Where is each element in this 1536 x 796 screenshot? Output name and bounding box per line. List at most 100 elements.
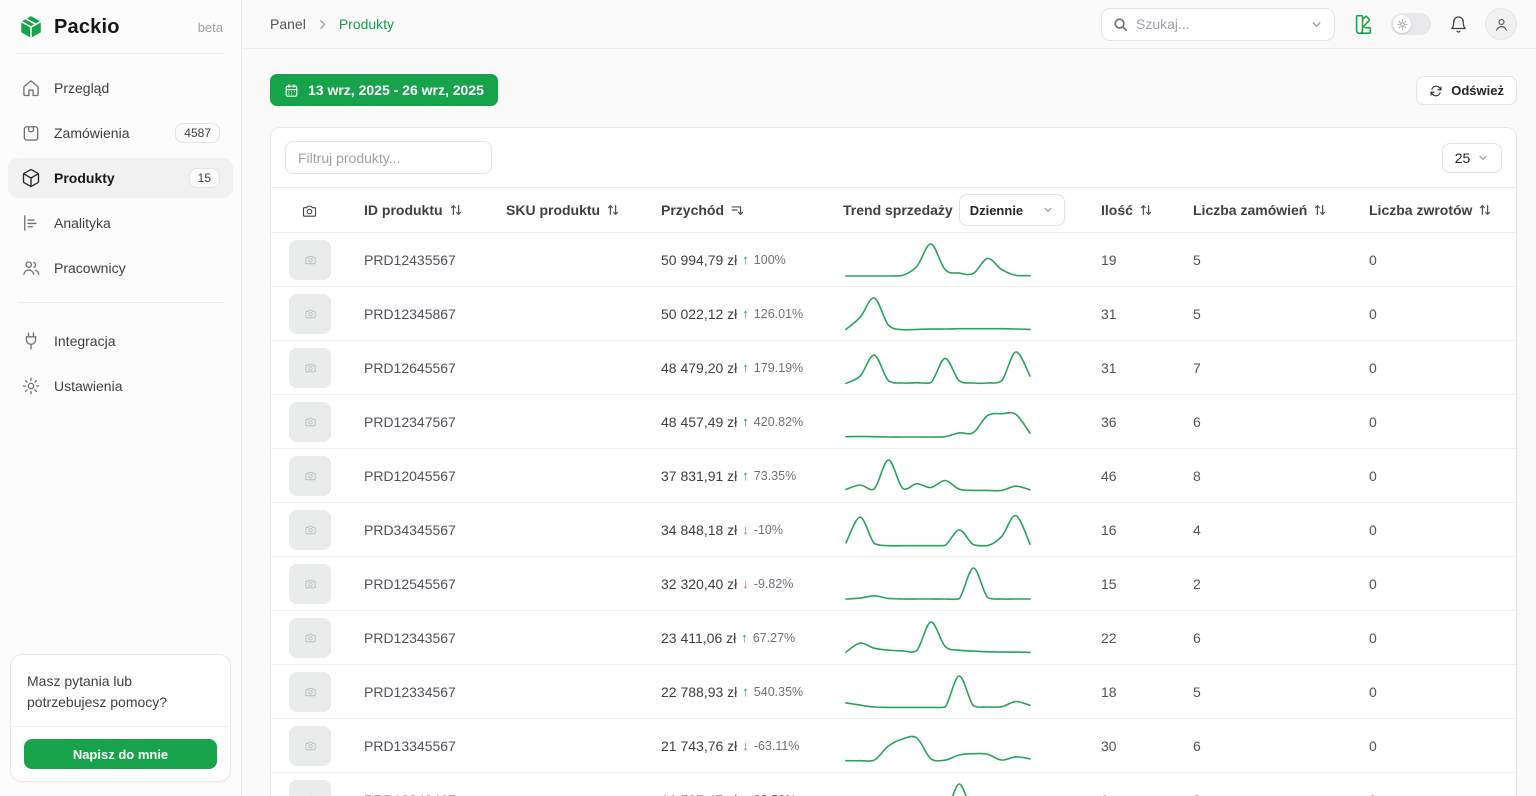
revenue-value: 50 022,12 zł (661, 306, 737, 322)
trend-down-arrow-icon: ↓ (742, 738, 749, 753)
revenue-change-percent: 100% (754, 253, 786, 267)
camera-icon (304, 415, 317, 428)
column-returns-sort[interactable]: Liczba zwrotów (1369, 202, 1498, 218)
revenue-change-percent: 420.82% (754, 415, 803, 429)
sort-desc-icon (730, 203, 744, 217)
quantity-value: 16 (1101, 522, 1193, 538)
swatchbook-icon[interactable] (1350, 11, 1376, 37)
orders-icon (21, 123, 41, 143)
search-input[interactable] (1136, 16, 1302, 32)
product-id: PRD12045567 (364, 468, 506, 484)
trend-period-select[interactable]: Dziennie (959, 194, 1065, 226)
orders-count: 2 (1193, 576, 1369, 592)
column-id-sort[interactable]: ID produktu (364, 202, 506, 218)
camera-icon (304, 685, 317, 698)
camera-icon (304, 469, 317, 482)
quantity-value: 22 (1101, 630, 1193, 646)
returns-count: 0 (1369, 738, 1498, 754)
filter-products-input[interactable] (285, 141, 492, 174)
table-row[interactable]: PRD1243556750 994,79 zł↑100%1950 (271, 233, 1516, 287)
refresh-label: Odśwież (1451, 83, 1504, 98)
column-sku-sort[interactable]: SKU produktu (506, 202, 661, 218)
revenue-value: 34 848,18 zł (661, 522, 737, 538)
toolbar: 13 wrz, 2025 - 26 wrz, 2025 Odśwież (270, 74, 1517, 106)
revenue-change-percent: 98.52% (754, 793, 796, 796)
sidebar-item-pracownicy[interactable]: Pracownicy (8, 248, 233, 288)
camera-icon (304, 253, 317, 266)
table-row[interactable]: PRD1264556748 479,20 zł↑179.19%3170 (271, 341, 1516, 395)
table-row[interactable]: PRD3434556734 848,18 zł↓-10%1640 (271, 503, 1516, 557)
trend-up-arrow-icon: ↑ (742, 252, 749, 267)
product-id: PRD12347567 (364, 414, 506, 430)
table-row[interactable]: PRD1234346716 535,47 zł↑98.52%920 (271, 773, 1516, 796)
date-range-button[interactable]: 13 wrz, 2025 - 26 wrz, 2025 (270, 74, 498, 106)
page-size-select[interactable]: 25 (1442, 143, 1502, 173)
quantity-value: 31 (1101, 360, 1193, 376)
returns-count: 0 (1369, 522, 1498, 538)
sidebar-item-zamowienia[interactable]: Zamówienia4587 (8, 113, 233, 153)
sidebar-item-ustawienia[interactable]: Ustawienia (8, 366, 233, 406)
camera-icon (304, 739, 317, 752)
users-icon (21, 258, 41, 278)
trend-period-value: Dziennie (970, 203, 1036, 218)
sales-trend-sparkline (843, 240, 1033, 280)
trend-down-arrow-icon: ↓ (742, 522, 749, 537)
date-range-label: 13 wrz, 2025 - 26 wrz, 2025 (308, 82, 484, 98)
user-avatar[interactable] (1485, 8, 1517, 40)
table-row[interactable]: PRD1204556737 831,91 zł↑73.35%4680 (271, 449, 1516, 503)
table-body: PRD1243556750 994,79 zł↑100%1950PRD12345… (271, 233, 1516, 796)
contact-me-button[interactable]: Napisz do mnie (24, 739, 217, 769)
revenue-value: 32 320,40 zł (661, 576, 737, 592)
product-id: PRD12545567 (364, 576, 506, 592)
trend-up-arrow-icon: ↑ (742, 414, 749, 429)
camera-icon (304, 523, 317, 536)
breadcrumb-panel[interactable]: Panel (270, 16, 306, 32)
table-row[interactable]: PRD1234356723 411,06 zł↑67.27%2260 (271, 611, 1516, 665)
breadcrumb: Panel Produkty (270, 16, 394, 32)
page-size-value: 25 (1455, 150, 1471, 166)
breadcrumb-produkty[interactable]: Produkty (339, 16, 394, 32)
column-qty-sort[interactable]: Ilość (1101, 202, 1193, 218)
topbar: Panel Produkty (242, 0, 1536, 49)
camera-icon (304, 631, 317, 644)
home-icon (21, 78, 41, 98)
quantity-value: 19 (1101, 252, 1193, 268)
chevron-down-icon (1042, 204, 1054, 216)
sidebar-item-integracja[interactable]: Integracja (8, 321, 233, 361)
theme-toggle[interactable] (1391, 13, 1431, 35)
revenue-value: 22 788,93 zł (661, 684, 737, 700)
sidebar-item-analityka[interactable]: Analityka (8, 203, 233, 243)
orders-count: 5 (1193, 684, 1369, 700)
sales-trend-sparkline (843, 564, 1033, 604)
sidebar-item-label: Pracownicy (54, 260, 126, 276)
refresh-button[interactable]: Odśwież (1416, 76, 1517, 105)
app-title: Packio (54, 16, 120, 39)
product-image-placeholder (289, 780, 331, 796)
global-search[interactable] (1101, 8, 1335, 41)
orders-count: 5 (1193, 306, 1369, 322)
quantity-value: 46 (1101, 468, 1193, 484)
column-orders-sort[interactable]: Liczba zamówień (1193, 202, 1369, 218)
chevron-right-icon (316, 18, 329, 31)
camera-icon (301, 202, 318, 219)
orders-count: 6 (1193, 630, 1369, 646)
sidebar-item-label: Produkty (54, 170, 115, 186)
table-row[interactable]: PRD1234586750 022,12 zł↑126.01%3150 (271, 287, 1516, 341)
table-row[interactable]: PRD1254556732 320,40 zł↓-9.82%1520 (271, 557, 1516, 611)
revenue-value: 16 535,47 zł (661, 792, 737, 796)
sales-trend-sparkline (843, 672, 1033, 712)
table-row[interactable]: PRD1234756748 457,49 zł↑420.82%3660 (271, 395, 1516, 449)
sales-trend-sparkline (843, 348, 1033, 388)
sidebar-section-divider (18, 302, 223, 303)
brand: Packio beta (0, 0, 241, 53)
sidebar-item-przeglad[interactable]: Przegląd (8, 68, 233, 108)
sales-trend-sparkline (843, 510, 1033, 550)
sidebar-item-produkty[interactable]: Produkty15 (8, 158, 233, 198)
column-revenue-sort[interactable]: Przychód (661, 202, 843, 218)
table-row[interactable]: PRD1334556721 743,76 zł↓-63.11%3060 (271, 719, 1516, 773)
notifications-bell-icon[interactable] (1446, 12, 1470, 36)
revenue-change-percent: -10% (754, 523, 783, 537)
trend-up-arrow-icon: ↑ (742, 792, 749, 796)
product-id: PRD12435567 (364, 252, 506, 268)
table-row[interactable]: PRD1233456722 788,93 zł↑540.35%1850 (271, 665, 1516, 719)
